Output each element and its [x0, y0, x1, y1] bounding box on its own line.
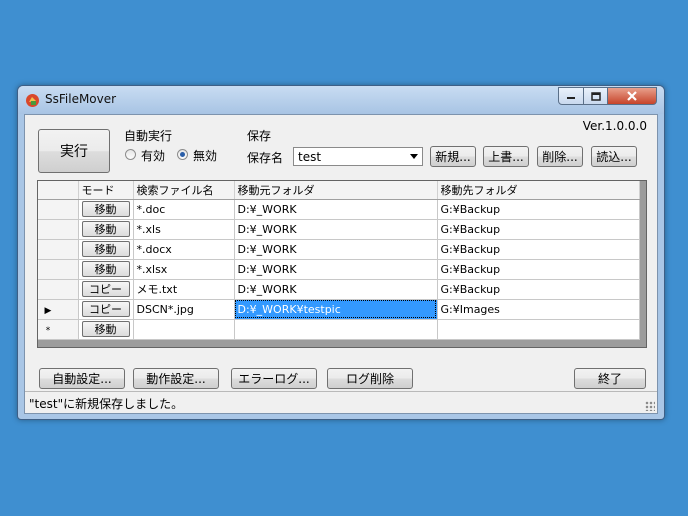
- column-header-pattern[interactable]: 検索ファイル名: [133, 181, 235, 200]
- row-header[interactable]: [38, 259, 79, 280]
- save-new-button[interactable]: 新規...: [430, 146, 476, 167]
- client-area: Ver.1.0.0.0 実行 自動実行 有効 無効 保存 保存名 test 新規…: [24, 114, 658, 414]
- column-header-destination[interactable]: 移動先フォルダ: [437, 181, 640, 200]
- current-row-indicator-icon: ▶: [44, 305, 52, 316]
- window-title: SsFileMover: [45, 92, 117, 106]
- auto-exec-on-label[interactable]: 有効: [141, 147, 165, 164]
- row-header[interactable]: [38, 239, 79, 260]
- execute-button[interactable]: 実行: [38, 129, 110, 173]
- table-row[interactable]: 移動 *.xls D:¥_WORK G:¥Backup: [38, 219, 640, 240]
- source-cell[interactable]: D:¥_WORK: [234, 279, 438, 300]
- source-cell[interactable]: [234, 319, 438, 340]
- table-row[interactable]: 移動 *.doc D:¥_WORK G:¥Backup: [38, 199, 640, 220]
- auto-settings-button[interactable]: 自動設定...: [39, 368, 125, 389]
- destination-cell[interactable]: G:¥Backup: [437, 259, 640, 280]
- maximize-button[interactable]: [583, 87, 608, 105]
- table-row[interactable]: コピー メモ.txt D:¥_WORK G:¥Backup: [38, 279, 640, 300]
- exit-button[interactable]: 終了: [574, 368, 646, 389]
- pattern-cell[interactable]: *.xlsx: [133, 259, 235, 280]
- pattern-cell[interactable]: *.doc: [133, 199, 235, 220]
- app-icon: [26, 94, 39, 107]
- save-name-value: test: [298, 150, 322, 164]
- auto-exec-on-radio[interactable]: [125, 149, 136, 160]
- minimize-button[interactable]: [558, 87, 584, 105]
- source-cell[interactable]: D:¥_WORK: [234, 219, 438, 240]
- rules-grid[interactable]: モード 検索ファイル名 移動元フォルダ 移動先フォルダ 移動 *.doc D:¥…: [37, 180, 647, 348]
- row-header[interactable]: [38, 219, 79, 240]
- destination-cell[interactable]: G:¥Backup: [437, 219, 640, 240]
- auto-exec-label: 自動実行: [124, 129, 173, 143]
- save-name-label: 保存名: [247, 151, 284, 165]
- row-header[interactable]: [38, 199, 79, 220]
- maximize-icon: [590, 91, 601, 101]
- action-settings-button[interactable]: 動作設定...: [133, 368, 219, 389]
- source-cell[interactable]: D:¥_WORK: [234, 199, 438, 220]
- row-header[interactable]: ▶: [38, 299, 79, 320]
- status-bar: "test"に新規保存しました。: [25, 391, 657, 413]
- mode-button[interactable]: 移動: [81, 261, 130, 277]
- pattern-cell[interactable]: DSCN*.jpg: [133, 299, 235, 320]
- table-row[interactable]: ▶ コピー DSCN*.jpg D:¥_WORK¥testpic G:¥Imag…: [38, 299, 640, 320]
- save-delete-button[interactable]: 削除...: [537, 146, 583, 167]
- destination-cell[interactable]: G:¥Backup: [437, 239, 640, 260]
- mode-button[interactable]: コピー: [81, 301, 130, 317]
- error-log-button[interactable]: エラーログ...: [231, 368, 317, 389]
- row-header[interactable]: *: [38, 319, 79, 340]
- mode-button[interactable]: 移動: [81, 241, 130, 257]
- minimize-icon: [567, 97, 575, 99]
- column-header-source[interactable]: 移動元フォルダ: [234, 181, 438, 200]
- app-window: SsFileMover Ver.1.0.0.0 実行 自動実行 有効 無効 保存…: [17, 85, 665, 420]
- row-header[interactable]: [38, 279, 79, 300]
- mode-button[interactable]: 移動: [81, 221, 130, 237]
- source-cell[interactable]: D:¥_WORK: [234, 259, 438, 280]
- destination-cell[interactable]: G:¥Images: [437, 299, 640, 320]
- title-bar[interactable]: SsFileMover: [18, 86, 664, 114]
- pattern-cell[interactable]: [133, 319, 235, 340]
- source-cell[interactable]: D:¥_WORK: [234, 239, 438, 260]
- save-name-combobox[interactable]: test: [293, 147, 423, 166]
- pattern-cell[interactable]: *.docx: [133, 239, 235, 260]
- close-button[interactable]: [607, 87, 657, 105]
- new-row-indicator-icon: *: [45, 325, 51, 336]
- mode-button[interactable]: 移動: [81, 321, 130, 337]
- table-row[interactable]: 移動 *.docx D:¥_WORK G:¥Backup: [38, 239, 640, 260]
- resize-grip-icon[interactable]: [645, 401, 655, 411]
- save-load-button[interactable]: 読込...: [591, 146, 637, 167]
- mode-button[interactable]: 移動: [81, 201, 130, 217]
- dropdown-arrow-icon[interactable]: [410, 154, 418, 159]
- save-overwrite-button[interactable]: 上書...: [483, 146, 529, 167]
- mode-button[interactable]: コピー: [81, 281, 130, 297]
- pattern-cell[interactable]: *.xls: [133, 219, 235, 240]
- log-delete-button[interactable]: ログ削除: [327, 368, 413, 389]
- save-group-label: 保存: [247, 129, 272, 143]
- auto-exec-off-radio[interactable]: [177, 149, 188, 160]
- source-cell-selected[interactable]: D:¥_WORK¥testpic: [234, 299, 438, 320]
- destination-cell[interactable]: [437, 319, 640, 340]
- destination-cell[interactable]: G:¥Backup: [437, 279, 640, 300]
- status-message: "test"に新規保存しました。: [29, 397, 184, 411]
- rules-table: モード 検索ファイル名 移動元フォルダ 移動先フォルダ 移動 *.doc D:¥…: [38, 181, 640, 340]
- column-header-mode[interactable]: モード: [78, 181, 134, 200]
- destination-cell[interactable]: G:¥Backup: [437, 199, 640, 220]
- auto-exec-off-label[interactable]: 無効: [193, 147, 217, 164]
- table-row[interactable]: 移動 *.xlsx D:¥_WORK G:¥Backup: [38, 259, 640, 280]
- version-label: Ver.1.0.0.0: [582, 119, 647, 133]
- grid-corner-header: [38, 181, 79, 200]
- pattern-cell[interactable]: メモ.txt: [133, 279, 235, 300]
- close-icon: [627, 91, 637, 101]
- new-table-row[interactable]: * 移動: [38, 319, 640, 340]
